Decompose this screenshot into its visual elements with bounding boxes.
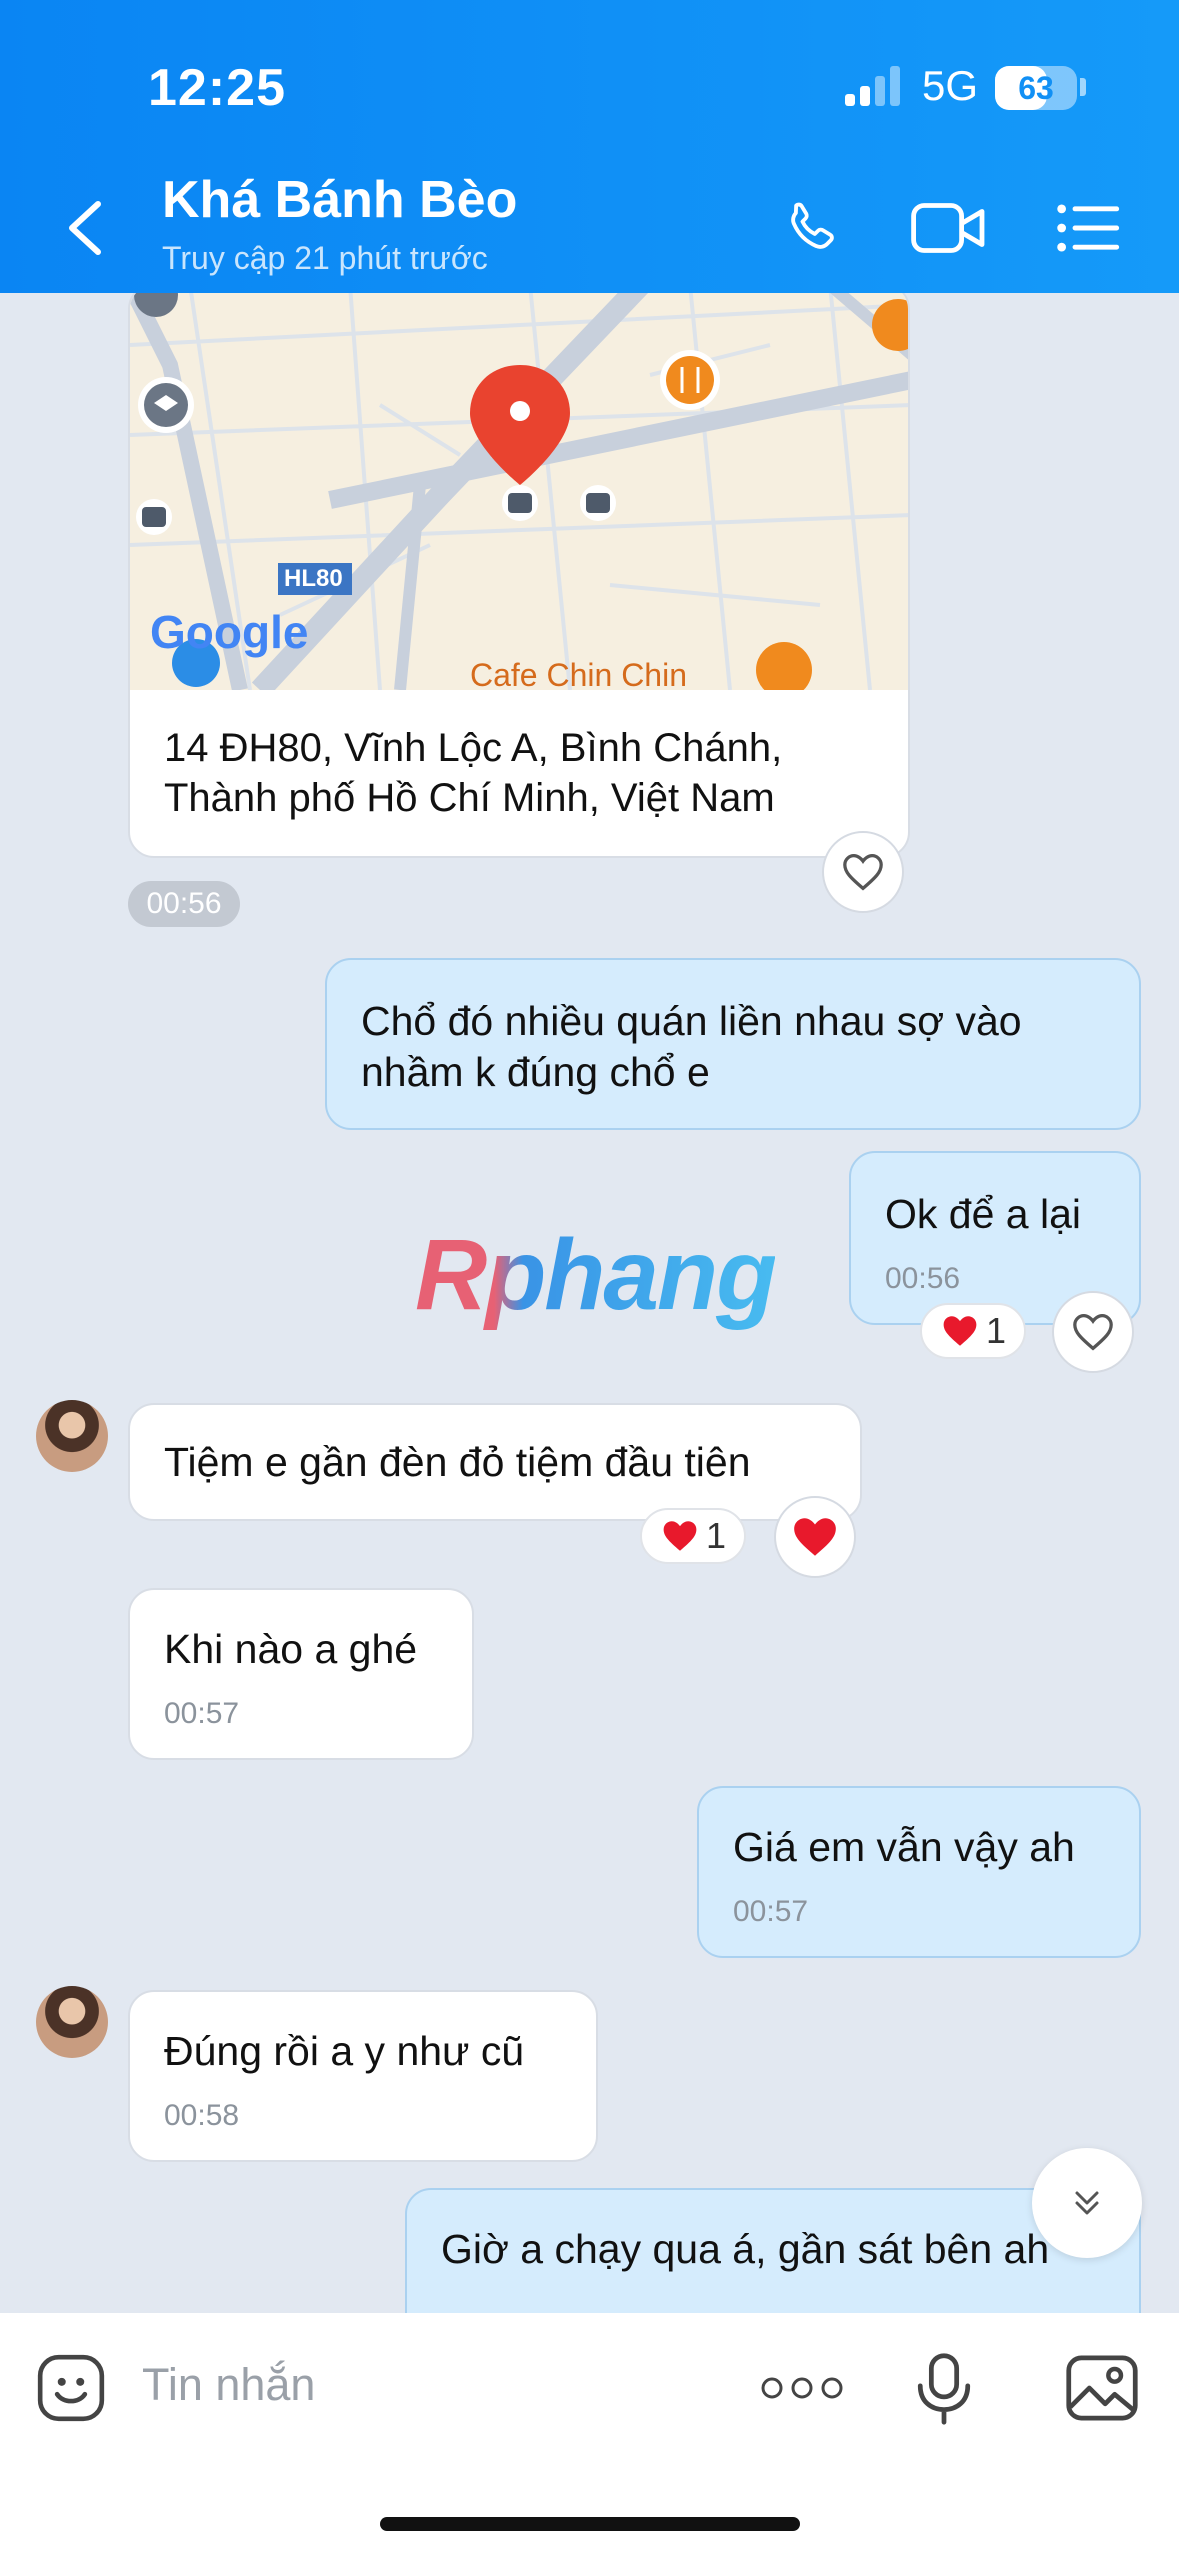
message-bubble-incoming[interactable]: Khi nào a ghé 00:57 [128,1588,474,1760]
location-address: 14 ĐH80, Vĩnh Lộc A, Bình Chánh, Thành p… [164,726,783,820]
avatar[interactable] [36,1400,108,1472]
status-time: 12:25 [148,59,286,117]
last-seen-status: Truy cập 21 phút trước [162,240,488,276]
message-bubble-outgoing[interactable]: Giờ a chạy qua á, gần sát bên ah [405,2188,1141,2313]
message-time: 00:57 [733,1895,809,1928]
message-text: Tiệm e gần đèn đỏ tiệm đầu tiên [164,1439,751,1485]
message-input[interactable]: Tin nhắn [142,2359,315,2411]
message-bubble-incoming[interactable]: Đúng rồi a y như cũ 00:58 [128,1990,598,2162]
react-button[interactable] [822,831,904,913]
battery-level: 63 [1018,70,1054,106]
react-button[interactable] [1052,1291,1134,1373]
heart-icon [663,1521,697,1551]
road-label: HL80 [284,565,343,592]
message-bubble-outgoing[interactable]: Giá em vẫn vậy ah 00:57 [697,1786,1141,1958]
signal-icon [845,66,900,106]
heart-outline-icon [843,853,883,891]
microphone-icon[interactable] [912,2351,976,2427]
more-options-icon[interactable] [760,2373,844,2403]
location-card[interactable]: HL80 Google Cafe Chin Chin 14 ĐH80, Vĩnh… [128,293,910,858]
map-thumbnail[interactable]: HL80 Google Cafe Chin Chin [130,293,908,698]
heart-icon [794,1518,836,1556]
chat-area[interactable]: HL80 Google Cafe Chin Chin 14 ĐH80, Vĩnh… [0,293,1179,2313]
message-text: Khi nào a ghé [164,1626,418,1672]
video-call-icon[interactable] [910,198,988,258]
sticker-icon[interactable] [34,2351,108,2425]
message-text: Giờ a chạy qua á, gần sát bên ah [441,2226,1050,2272]
chat-header: 12:25 5G 63 Khá Bánh Bèo Truy cập 21 phú… [0,0,1179,293]
message-text: Chổ đó nhiều quán liền nhau sợ vào nhầm … [361,998,1022,1095]
scroll-to-bottom-button[interactable] [1032,2148,1142,2258]
message-bubble-outgoing[interactable]: Chổ đó nhiều quán liền nhau sợ vào nhầm … [325,958,1141,1130]
message-time: 00:58 [164,2099,240,2132]
watermark: Rphang [415,1219,777,1331]
message-text: Đúng rồi a y như cũ [164,2028,525,2074]
google-logo: Google [150,606,309,658]
reaction-count: 1 [705,1515,727,1556]
reaction-badge[interactable]: 1 [640,1508,746,1564]
message-time: 00:56 [885,1262,961,1295]
reaction-badge[interactable]: 1 [920,1303,1026,1359]
image-gallery-icon[interactable] [1064,2353,1140,2423]
message-bubble-incoming[interactable]: Tiệm e gần đèn đỏ tiệm đầu tiên [128,1403,862,1521]
message-time: 00:57 [164,1697,240,1730]
message-text: Giá em vẫn vậy ah [733,1824,1075,1870]
battery-icon: 63 [995,66,1077,110]
home-indicator [380,2517,800,2531]
double-chevron-down-icon [1075,2191,1099,2215]
reaction-count: 1 [985,1310,1007,1351]
heart-outline-icon [1073,1313,1113,1351]
menu-list-icon[interactable] [1056,202,1122,254]
contact-name[interactable]: Khá Bánh Bèo [162,170,517,230]
timestamp-chip: 00:56 [128,881,240,927]
message-text: Ok để a lại [885,1191,1081,1237]
network-type: 5G [922,62,979,109]
battery-nub [1080,78,1086,96]
heart-icon [943,1316,977,1346]
back-arrow-icon[interactable] [62,198,106,258]
avatar[interactable] [36,1986,108,2058]
place-label: Cafe Chin Chin [470,657,687,693]
phone-call-icon[interactable] [778,196,844,262]
react-button[interactable] [774,1496,856,1578]
